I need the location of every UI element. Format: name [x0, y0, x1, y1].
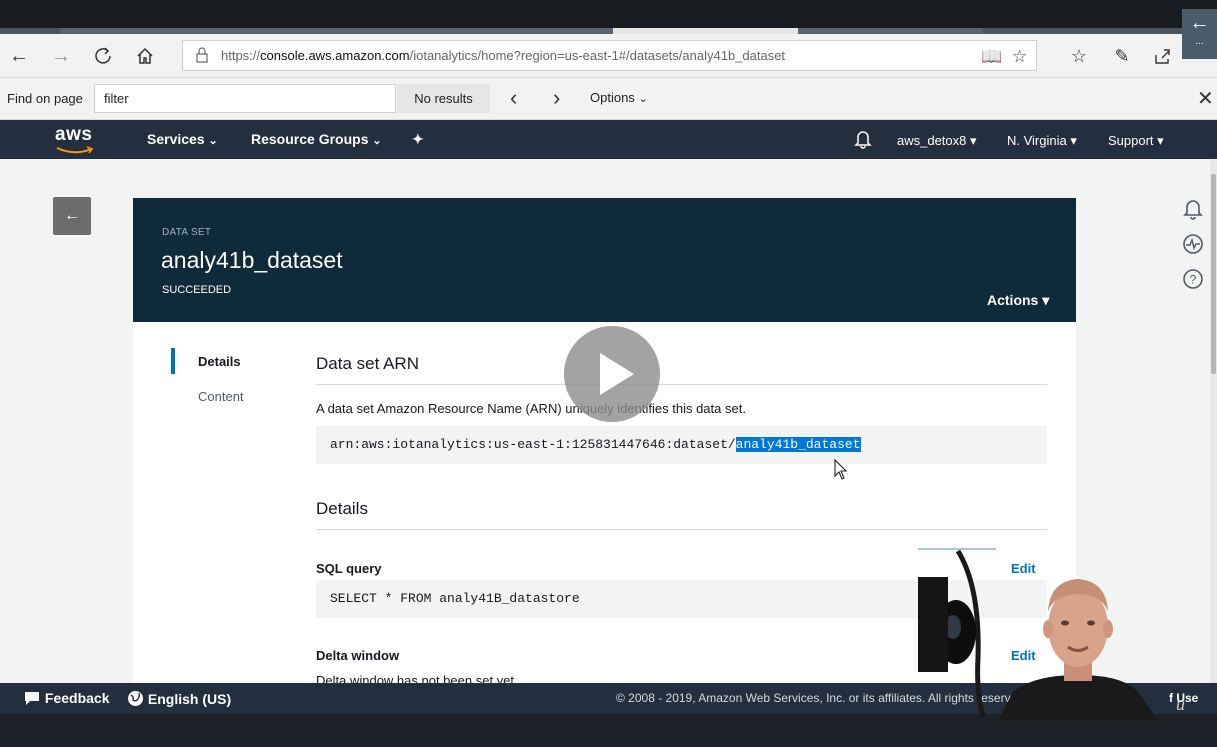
svg-text:?: ? — [1190, 273, 1197, 287]
find-input[interactable]: filter — [94, 84, 396, 113]
play-button[interactable] — [564, 326, 660, 422]
find-label: Find on page — [7, 91, 83, 106]
left-arrow-icon: ← — [1189, 12, 1210, 34]
url-text: https://console.aws.amazon.com/iotanalyt… — [221, 48, 786, 63]
chevron-down-icon: ⌄ — [638, 93, 648, 105]
actions-button[interactable]: Actions ▾ — [987, 292, 1049, 309]
aws-logo-text: aws — [55, 124, 93, 145]
speech-bubble-icon — [25, 692, 39, 705]
find-options-label: Options — [590, 90, 635, 105]
pen-notes-icon[interactable]: ✎ — [1110, 44, 1134, 68]
close-icon[interactable]: ✕ — [1197, 86, 1214, 111]
pin-icon[interactable]: ✦ — [412, 131, 424, 148]
chevron-down-icon: ⌄ — [372, 135, 382, 147]
dataset-header: DATA SET analy41b_dataset SUCCEEDED Acti… — [133, 198, 1076, 322]
help-icon[interactable]: ? — [1181, 267, 1205, 291]
find-results: No results — [397, 84, 490, 113]
presenter-webcam: u — [918, 547, 1217, 720]
account-menu[interactable]: aws_detox8 ▾ — [897, 133, 977, 149]
aws-top-nav: aws Services ⌄ Resource Groups ⌄ ✦ aws_d… — [0, 120, 1217, 159]
back-arrow-icon[interactable]: ← — [7, 44, 31, 68]
globe-icon — [128, 691, 143, 706]
page-title: analy41b_dataset — [161, 247, 343, 273]
feedback-button[interactable]: Feedback — [23, 690, 109, 706]
arn-value[interactable]: arn:aws:iotanalytics:us-east-1:125831447… — [316, 426, 1047, 464]
find-previous-icon[interactable]: ‹ — [510, 86, 517, 110]
aws-smile-icon — [56, 146, 94, 154]
share-icon[interactable] — [1151, 44, 1175, 68]
aws-logo[interactable]: aws — [55, 124, 97, 154]
arn-description: A data set Amazon Resource Name (ARN) un… — [316, 401, 746, 416]
language-selector[interactable]: English (US) — [127, 690, 231, 707]
health-pulse-icon[interactable] — [1181, 232, 1205, 256]
more-dots-icon: ... — [1195, 36, 1204, 47]
window-restore-button[interactable]: ← ... — [1182, 9, 1217, 59]
favorite-star-icon[interactable]: ☆ — [1012, 47, 1027, 67]
reading-view-icon[interactable]: 📖 — [981, 47, 1002, 67]
services-menu[interactable]: Services ⌄ — [147, 131, 218, 147]
sidebar-item-content[interactable]: Content — [198, 389, 244, 404]
header-kicker: DATA SET — [162, 227, 212, 238]
details-section-title: Details — [316, 499, 368, 518]
delta-window-text: Delta window has not been set yet. — [316, 673, 518, 683]
mouse-cursor-icon — [834, 459, 848, 480]
forward-arrow-icon[interactable]: → — [49, 44, 73, 68]
notification-bell-icon[interactable] — [1181, 196, 1205, 220]
svg-text:u: u — [1176, 694, 1185, 714]
play-icon — [600, 353, 634, 395]
window-top-bar — [0, 0, 1217, 28]
section-divider — [316, 384, 1047, 385]
sidebar-item-details[interactable]: Details — [198, 354, 241, 369]
refresh-icon[interactable] — [91, 44, 115, 68]
back-button[interactable]: ← — [53, 197, 91, 235]
delta-window-label: Delta window — [316, 648, 400, 663]
address-input[interactable]: https://console.aws.amazon.com/iotanalyt… — [182, 40, 1037, 71]
support-menu[interactable]: Support ▾ — [1108, 133, 1164, 149]
address-bar-row: ← → https://console.aws.amazon.com/iotan… — [0, 34, 1217, 78]
resource-groups-menu[interactable]: Resource Groups ⌄ — [251, 131, 382, 147]
scrollbar-thumb[interactable] — [1211, 174, 1216, 374]
sql-query-label: SQL query — [316, 561, 382, 576]
chevron-down-icon: ⌄ — [208, 135, 218, 147]
region-menu[interactable]: N. Virginia ▾ — [1007, 133, 1077, 149]
active-nav-marker — [171, 348, 175, 374]
find-bar: Find on page filter No results ‹ › Optio… — [0, 78, 1217, 120]
find-options-button[interactable]: Options ⌄ — [590, 90, 648, 105]
bell-icon[interactable] — [854, 129, 872, 152]
favorites-list-icon[interactable]: ☆ — [1067, 44, 1091, 68]
section-divider — [316, 529, 1047, 530]
status-badge: SUCCEEDED — [162, 284, 232, 296]
home-icon[interactable] — [133, 44, 157, 68]
selected-text: analy41b_dataset — [735, 437, 861, 452]
lock-icon — [196, 47, 208, 63]
arn-section-title: Data set ARN — [316, 354, 419, 373]
find-next-icon[interactable]: › — [553, 86, 560, 110]
